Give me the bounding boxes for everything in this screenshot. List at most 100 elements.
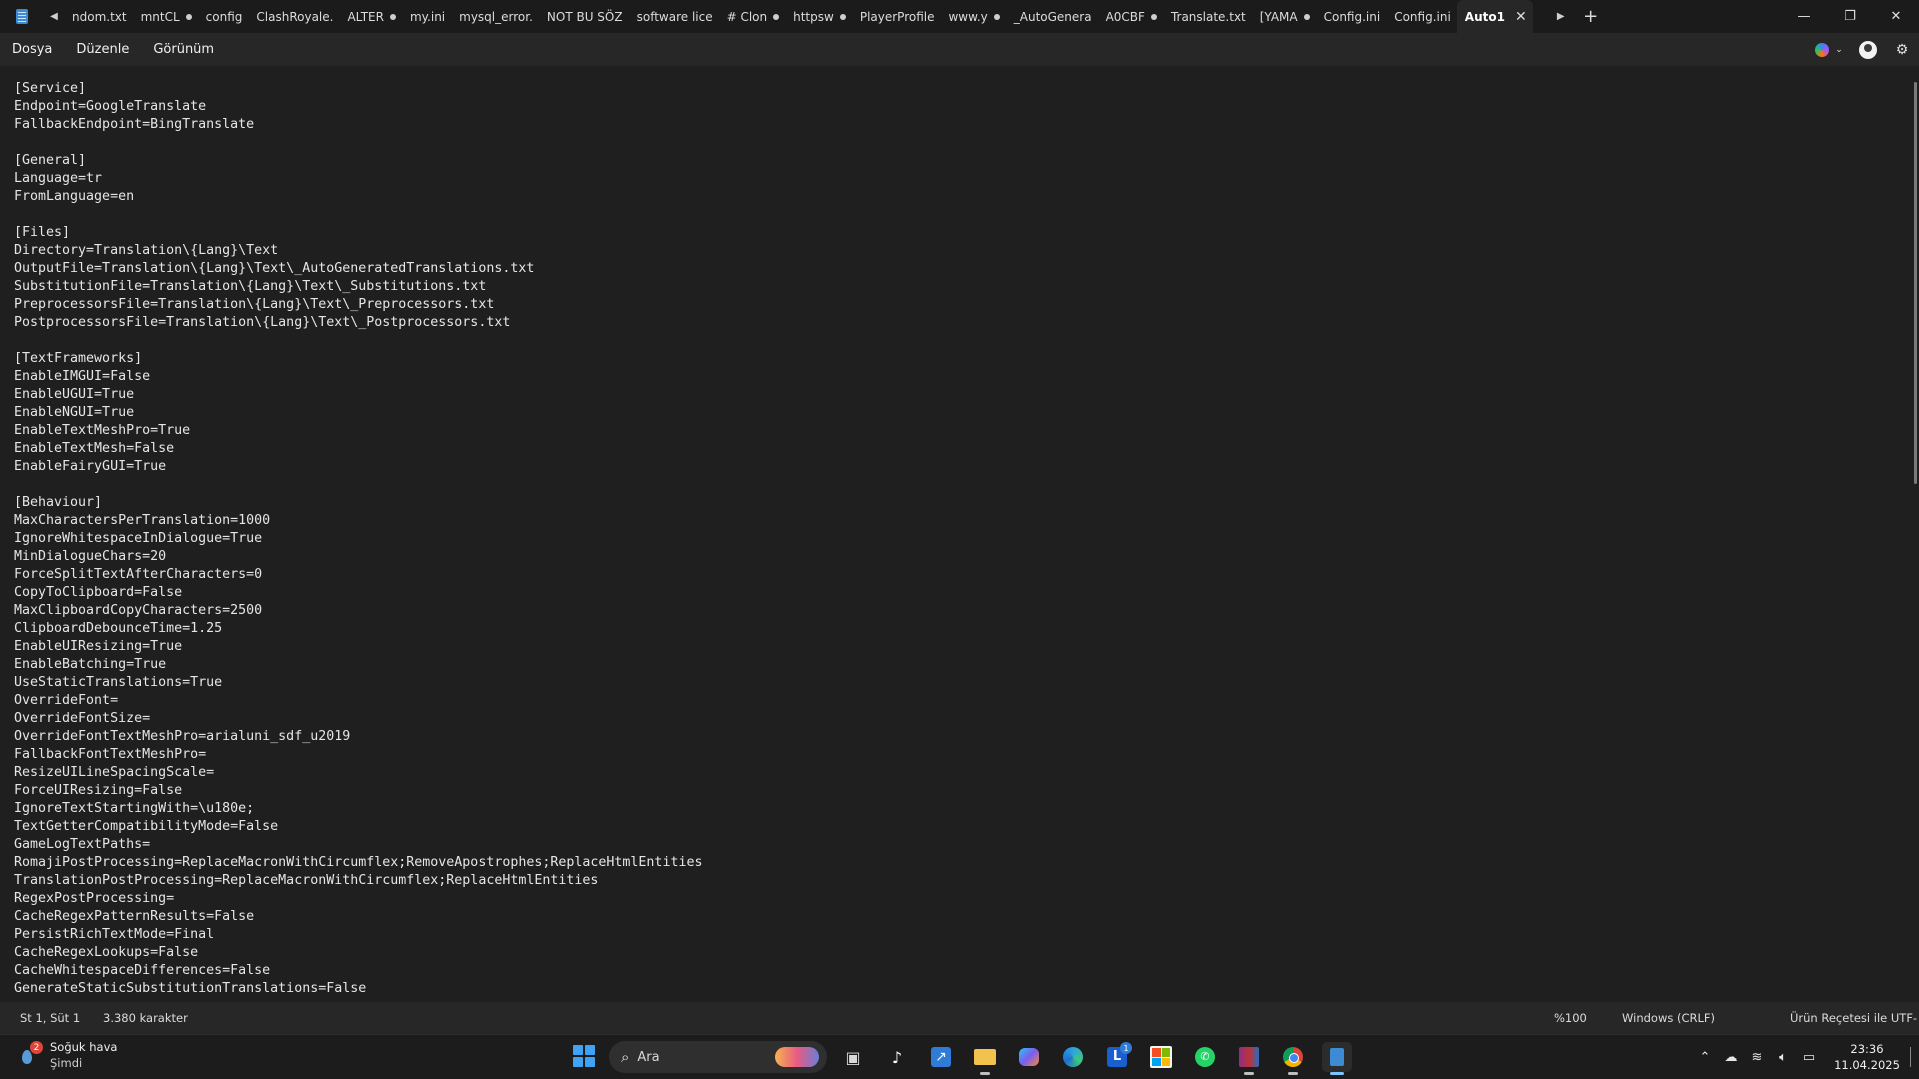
search-icon: ⌕ [621, 1048, 630, 1066]
taskbar-search[interactable]: ⌕ Ara [609, 1041, 827, 1073]
tab-label: mntCL [140, 9, 180, 24]
tab[interactable]: [YAMA [1252, 0, 1316, 33]
tiktok-icon[interactable]: ♪ [882, 1042, 912, 1072]
new-tab-button[interactable]: + [1571, 0, 1611, 33]
tab[interactable]: ALTER [339, 0, 402, 33]
vertical-scrollbar[interactable] [1914, 82, 1917, 484]
notification-badge: 1 [1120, 1042, 1132, 1054]
microsoft-store-icon[interactable] [1146, 1042, 1176, 1072]
chevron-up-icon[interactable]: ⌃ [1692, 1050, 1718, 1065]
minimize-icon[interactable]: — [1781, 0, 1827, 33]
task-view-icon[interactable]: ▣ [838, 1042, 868, 1072]
tab[interactable]: PlayerProfile [852, 0, 941, 33]
tab[interactable]: _AutoGenera [1006, 0, 1098, 33]
tab[interactable]: mysql_error. [451, 0, 539, 33]
tab-label: software lice [636, 9, 713, 24]
tab[interactable]: Config.ini [1386, 0, 1457, 33]
tab[interactable]: my.ini [402, 0, 451, 33]
whatsapp-icon[interactable]: ✆ [1190, 1042, 1220, 1072]
winrar-icon[interactable] [1234, 1042, 1264, 1075]
unsaved-dot-icon [773, 13, 780, 20]
tab[interactable]: software lice [629, 0, 719, 33]
tab-label: my.ini [409, 9, 446, 24]
tab-label: Auto1 [1464, 9, 1505, 24]
tab-strip: ndom.txt mntCL config ClashRoyale. ALTER my.i… [64, 0, 1457, 33]
windows-start-icon[interactable] [573, 1045, 595, 1067]
tab[interactable]: httpsw [785, 0, 852, 33]
weather-badge: 2 [30, 1041, 43, 1054]
account-icon[interactable] [1851, 33, 1885, 66]
tab-label: mysql_error. [459, 9, 533, 24]
notepad-taskbar-icon[interactable] [1322, 1042, 1352, 1075]
menu-file[interactable]: Dosya [0, 33, 64, 66]
tab-label: Config.ini [1323, 9, 1381, 24]
tab-label: ndom.txt [72, 9, 127, 24]
tab-label: config [205, 9, 243, 24]
line-ending[interactable]: Windows (CRLF) [1622, 1002, 1715, 1034]
tab[interactable]: A0CBF [1098, 0, 1163, 33]
tab[interactable]: mntCL [133, 0, 198, 33]
tab-label: PlayerProfile [859, 9, 935, 24]
wifi-icon[interactable]: ≋ [1744, 1050, 1770, 1065]
character-count: 3.380 karakter [103, 1011, 188, 1025]
status-bar: St 1, Süt 1 3.380 karakter %100 Windows … [0, 1002, 1919, 1034]
unsaved-dot-icon [389, 13, 396, 20]
editor-content[interactable]: [Service] Endpoint=GoogleTranslate Fallb… [14, 80, 702, 998]
copilot-taskbar-icon[interactable] [1014, 1042, 1044, 1072]
file-explorer-icon[interactable] [970, 1042, 1000, 1075]
taskbar: 2 Soğuk hava Şimdi ⌕ Ara ▣ ♪ ↗ L 1 ✆ ⌃ ☁… [0, 1034, 1919, 1079]
unsaved-dot-icon [1303, 13, 1310, 20]
text-editor[interactable]: [Service] Endpoint=GoogleTranslate Fallb… [0, 66, 1919, 1000]
menu-view[interactable]: Görünüm [141, 33, 226, 66]
unsaved-dot-icon [185, 13, 192, 20]
tab[interactable]: www.y [940, 0, 1005, 33]
l-app-icon[interactable]: L 1 [1102, 1042, 1132, 1072]
cursor-position: St 1, Süt 1 [20, 1011, 81, 1025]
tab-label: Config.ini [1394, 9, 1451, 24]
tab-scroll-left-icon[interactable]: ◀ [44, 0, 64, 33]
edge-browser-icon[interactable] [1058, 1042, 1088, 1072]
battery-icon[interactable]: ▭ [1796, 1050, 1822, 1065]
weather-subtitle: Şimdi [50, 1056, 83, 1070]
weather-widget[interactable]: 2 Soğuk hava Şimdi [18, 1039, 117, 1071]
unsaved-dot-icon [993, 13, 1000, 20]
tab[interactable]: Translate.txt [1163, 0, 1252, 33]
tab[interactable]: # Clon [719, 0, 786, 33]
encoding[interactable]: Ürün Reçetesi ile UTF- [1790, 1002, 1917, 1034]
onedrive-cloud-icon[interactable]: ☁ [1718, 1050, 1744, 1065]
volume-icon[interactable]: 🔈︎ [1770, 1050, 1796, 1065]
close-tab-icon[interactable]: ✕ [1515, 9, 1527, 25]
tab[interactable]: NOT BU SÖZ [539, 0, 629, 33]
menu-actions: ⌄ ⚙ [1807, 33, 1919, 66]
clock[interactable]: 23:36 11.04.2025 [1830, 1041, 1904, 1073]
unsaved-dot-icon [1150, 13, 1157, 20]
tab-label: ClashRoyale. [256, 9, 334, 24]
menu-bar: Dosya Düzenle Görünüm ⌄ ⚙ [0, 33, 1919, 66]
tab-label: A0CBF [1105, 9, 1145, 24]
search-highlight-image [775, 1047, 819, 1067]
drawing-app-icon[interactable]: ↗ [926, 1042, 956, 1072]
tab-active[interactable]: Auto1 ✕ [1456, 0, 1533, 33]
unsaved-dot-icon [839, 13, 846, 20]
close-window-icon[interactable]: ✕ [1873, 0, 1919, 33]
settings-gear-icon[interactable]: ⚙ [1885, 33, 1919, 66]
notepad-app-icon [0, 0, 44, 33]
tab-scroll-right-icon[interactable]: ▶ [1551, 0, 1571, 33]
chrome-icon[interactable] [1278, 1042, 1308, 1075]
tab[interactable]: Config.ini [1316, 0, 1387, 33]
tab-label: NOT BU SÖZ [546, 9, 623, 24]
tab[interactable]: config [198, 0, 249, 33]
tab-label: ALTER [347, 9, 384, 24]
title-bar: ◀ ndom.txt mntCL config ClashRoyale. ALTER my… [0, 0, 1919, 33]
tab[interactable]: ClashRoyale. [248, 0, 339, 33]
search-placeholder: Ara [637, 1049, 660, 1065]
copilot-icon[interactable]: ⌄ [1807, 33, 1851, 66]
show-desktop-button[interactable] [1910, 1047, 1919, 1067]
tab[interactable]: ndom.txt [64, 0, 133, 33]
menu-edit[interactable]: Düzenle [64, 33, 141, 66]
window-controls: — ❐ ✕ [1781, 0, 1919, 33]
weather-icon: 2 [18, 1041, 43, 1066]
clock-time: 23:36 [1850, 1042, 1884, 1056]
restore-icon[interactable]: ❐ [1827, 0, 1873, 33]
zoom-level[interactable]: %100 [1554, 1002, 1587, 1034]
